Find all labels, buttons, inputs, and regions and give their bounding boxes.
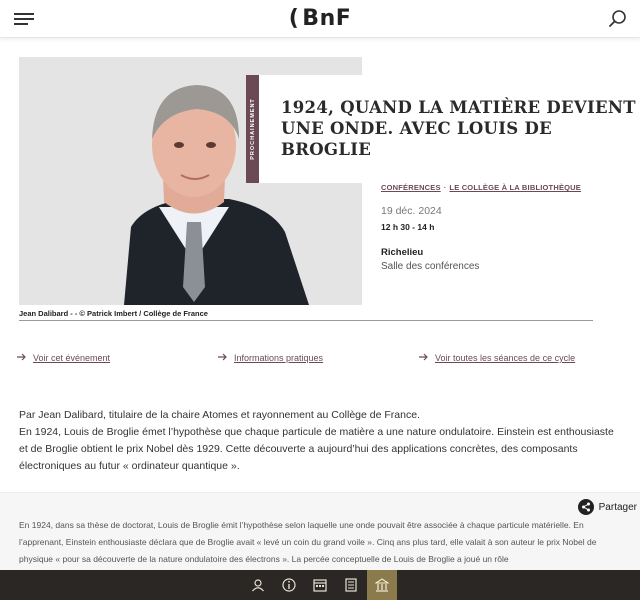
event-links: Voir cet événement Informations pratique… <box>17 352 617 382</box>
intro-speaker: Par Jean Dalibard, titulaire de la chair… <box>19 409 420 421</box>
event-room: Salle des conférences <box>381 261 480 272</box>
see-event-link[interactable]: Voir cet événement <box>17 352 110 364</box>
page-title: 1924, quand la matière devient une onde.… <box>281 98 636 159</box>
category-link-conferences[interactable]: CONFÉRENCES <box>381 183 441 192</box>
share-label: Partager <box>598 501 637 513</box>
event-intro: Par Jean Dalibard, titulaire de la chair… <box>19 407 619 475</box>
category-link-college[interactable]: LE COLLÈGE À LA BIBLIOTHÈQUE <box>449 183 581 192</box>
photo-caption: Jean Dalibard - - © Patrick Imbert / Col… <box>19 309 208 318</box>
share-icon <box>577 499 594 515</box>
arrow-right-icon <box>419 353 428 361</box>
user-icon[interactable] <box>243 570 273 600</box>
category-separator: · <box>443 183 447 192</box>
search-icon[interactable] <box>608 9 628 29</box>
bottom-nav <box>0 570 640 600</box>
divider <box>19 320 593 321</box>
event-hours: 12 h 30 - 14 h <box>381 222 435 232</box>
calendar-icon[interactable] <box>305 570 335 600</box>
title-box: 1924, quand la matière devient une onde.… <box>259 75 640 183</box>
description-section: Partager En 1924, dans sa thèse de docto… <box>0 492 640 570</box>
arrow-right-icon <box>218 353 227 361</box>
event-site: Richelieu <box>381 247 424 258</box>
info-icon[interactable] <box>274 570 304 600</box>
event-meta: CONFÉRENCES · LE COLLÈGE À LA BIBLIOTHÈQUE… <box>381 183 631 272</box>
document-icon[interactable] <box>336 570 366 600</box>
event-description: En 1924, dans sa thèse de doctorat, Loui… <box>19 520 597 564</box>
upcoming-badge: PROCHAINEMENT <box>249 98 256 160</box>
all-sessions-link[interactable]: Voir toutes les séances de ce cycle <box>419 352 579 364</box>
practical-info-link[interactable]: Informations pratiques <box>218 352 323 364</box>
bnf-logo[interactable]: (BnF <box>289 6 352 31</box>
share-button[interactable]: Partager <box>577 499 637 515</box>
menu-icon[interactable] <box>14 12 36 26</box>
building-icon[interactable] <box>367 570 397 600</box>
top-header: (BnF <box>0 0 640 38</box>
event-date: 19 déc. 2024 <box>381 205 442 217</box>
event-categories: CONFÉRENCES · LE COLLÈGE À LA BIBLIOTHÈQUE <box>381 183 631 192</box>
intro-summary: En 1924, Louis de Broglie émet l’hypothè… <box>19 426 614 472</box>
arrow-right-icon <box>17 353 26 361</box>
